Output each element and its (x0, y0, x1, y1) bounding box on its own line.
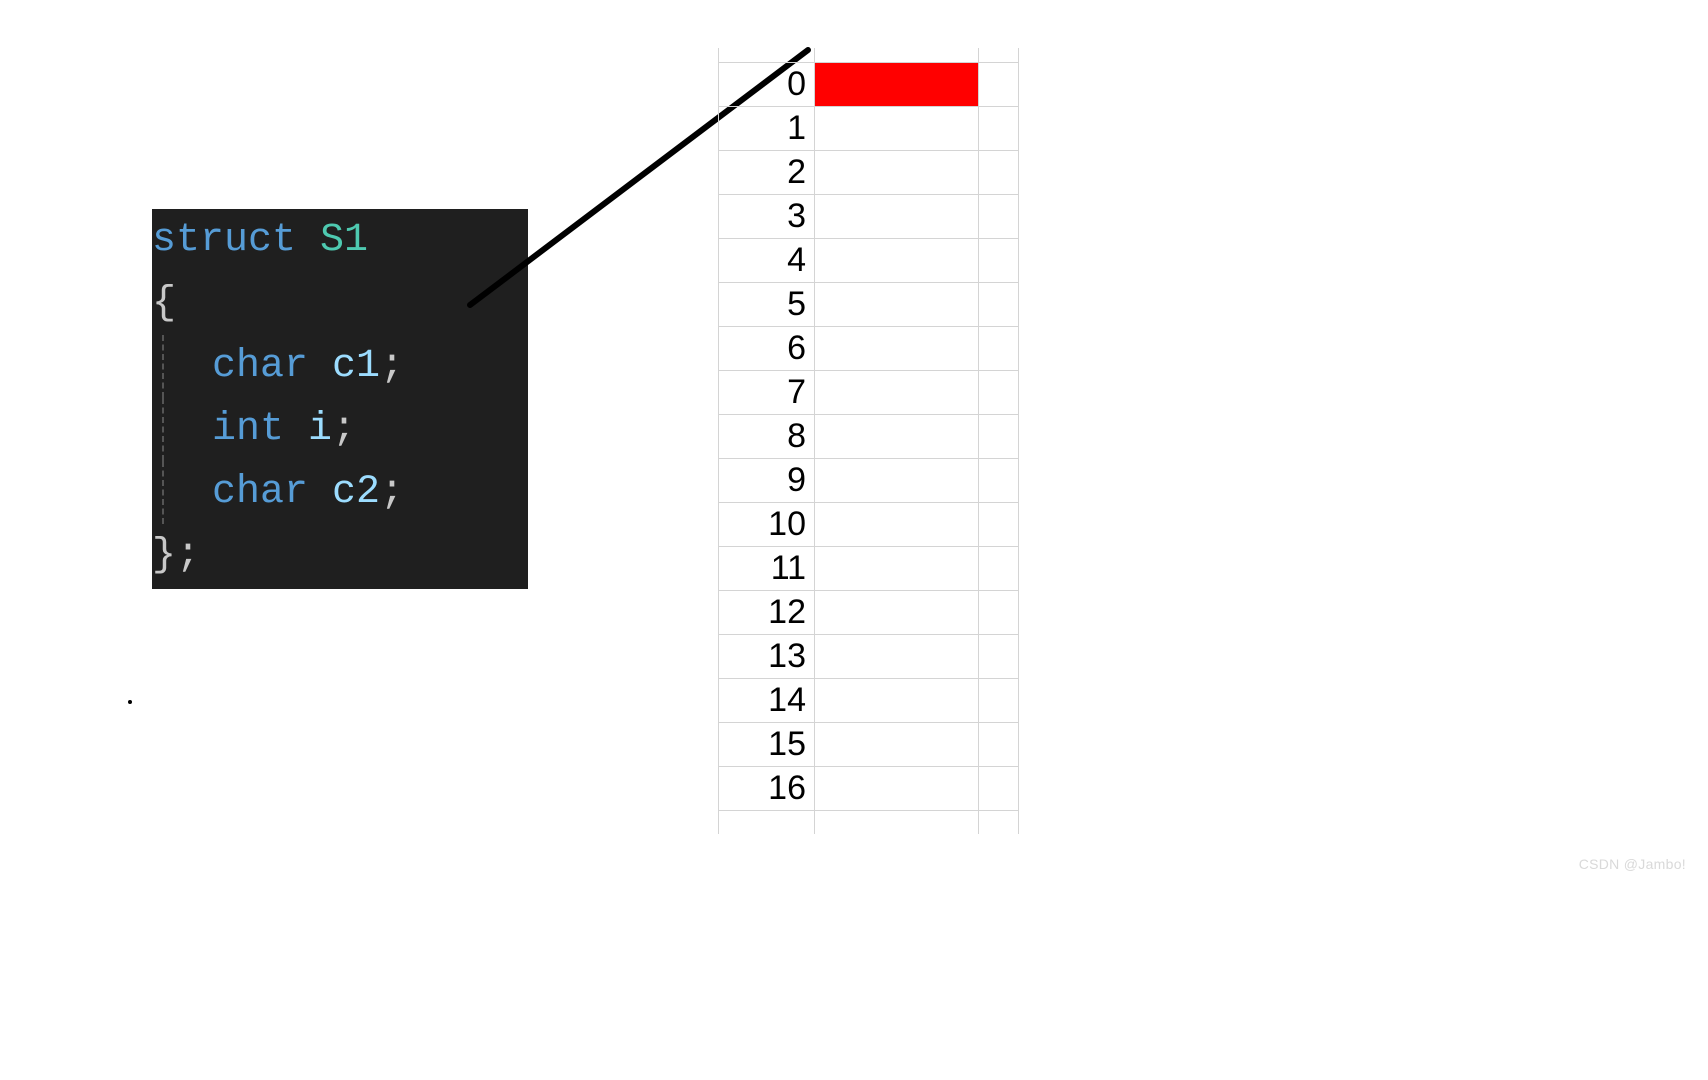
memory-cell-tail (979, 238, 1019, 282)
memory-table-header-stub (719, 48, 1019, 62)
memory-row-index: 13 (719, 634, 815, 678)
memory-cell (815, 194, 979, 238)
memory-row: 2 (719, 150, 1019, 194)
memory-cell-tail (979, 766, 1019, 810)
memory-cell (815, 722, 979, 766)
memory-row: 13 (719, 634, 1019, 678)
memory-cell (815, 678, 979, 722)
memory-cell (815, 106, 979, 150)
keyword-struct: struct (152, 218, 296, 263)
memory-cell (815, 326, 979, 370)
memory-row-index: 2 (719, 150, 815, 194)
memory-row: 11 (719, 546, 1019, 590)
stray-dot (128, 700, 132, 704)
memory-row: 7 (719, 370, 1019, 414)
memory-row: 0 (719, 62, 1019, 106)
memory-cell (815, 458, 979, 502)
code-line-c1: char c1; (162, 335, 528, 398)
memory-row: 8 (719, 414, 1019, 458)
memory-cell (815, 150, 979, 194)
memory-cell-tail (979, 722, 1019, 766)
memory-row: 6 (719, 326, 1019, 370)
memory-row-index: 0 (719, 62, 815, 106)
memory-cell (815, 282, 979, 326)
memory-cell (815, 238, 979, 282)
memory-row-index: 9 (719, 458, 815, 502)
memory-cell (815, 634, 979, 678)
memory-table-body: 012345678910111213141516 (719, 48, 1019, 834)
memory-row: 5 (719, 282, 1019, 326)
code-line-struct: struct S1 (152, 209, 528, 272)
memory-row-index: 4 (719, 238, 815, 282)
memory-row: 14 (719, 678, 1019, 722)
watermark: CSDN @Jambo! (1579, 856, 1686, 872)
code-brace-close: }; (152, 524, 528, 587)
memory-cell-tail (979, 326, 1019, 370)
memory-row-index: 1 (719, 106, 815, 150)
memory-cell-tail (979, 282, 1019, 326)
memory-table: 012345678910111213141516 (718, 48, 1019, 834)
memory-row-index: 16 (719, 766, 815, 810)
memory-row-index: 7 (719, 370, 815, 414)
memory-row: 16 (719, 766, 1019, 810)
memory-cell-tail (979, 370, 1019, 414)
memory-row: 3 (719, 194, 1019, 238)
memory-row: 9 (719, 458, 1019, 502)
memory-cell-tail (979, 150, 1019, 194)
memory-cell (815, 546, 979, 590)
memory-row-index: 8 (719, 414, 815, 458)
memory-cell-tail (979, 502, 1019, 546)
memory-cell (815, 766, 979, 810)
memory-cell (815, 370, 979, 414)
memory-row-index: 5 (719, 282, 815, 326)
code-line-i: int i; (162, 398, 528, 461)
code-block: struct S1 { char c1; int i; char c2; }; (152, 209, 528, 589)
memory-row-index: 10 (719, 502, 815, 546)
code-brace-open: { (152, 272, 528, 335)
memory-row-index: 14 (719, 678, 815, 722)
memory-cell-tail (979, 634, 1019, 678)
memory-cell (815, 502, 979, 546)
memory-cell-tail (979, 546, 1019, 590)
memory-cell-tail (979, 194, 1019, 238)
memory-cell (815, 414, 979, 458)
memory-row: 10 (719, 502, 1019, 546)
memory-cell-tail (979, 414, 1019, 458)
memory-row: 1 (719, 106, 1019, 150)
memory-row: 15 (719, 722, 1019, 766)
memory-row: 12 (719, 590, 1019, 634)
memory-row-index: 6 (719, 326, 815, 370)
memory-row-index: 15 (719, 722, 815, 766)
memory-table-footer-stub (719, 810, 1019, 834)
type-name: S1 (320, 218, 368, 263)
code-line-c2: char c2; (162, 461, 528, 524)
memory-row: 4 (719, 238, 1019, 282)
memory-cell-tail (979, 458, 1019, 502)
memory-cell-highlight (815, 62, 979, 106)
memory-cell-tail (979, 678, 1019, 722)
memory-row-index: 3 (719, 194, 815, 238)
memory-cell-tail (979, 590, 1019, 634)
memory-cell (815, 590, 979, 634)
memory-cell-tail (979, 62, 1019, 106)
memory-row-index: 11 (719, 546, 815, 590)
memory-cell-tail (979, 106, 1019, 150)
memory-row-index: 12 (719, 590, 815, 634)
